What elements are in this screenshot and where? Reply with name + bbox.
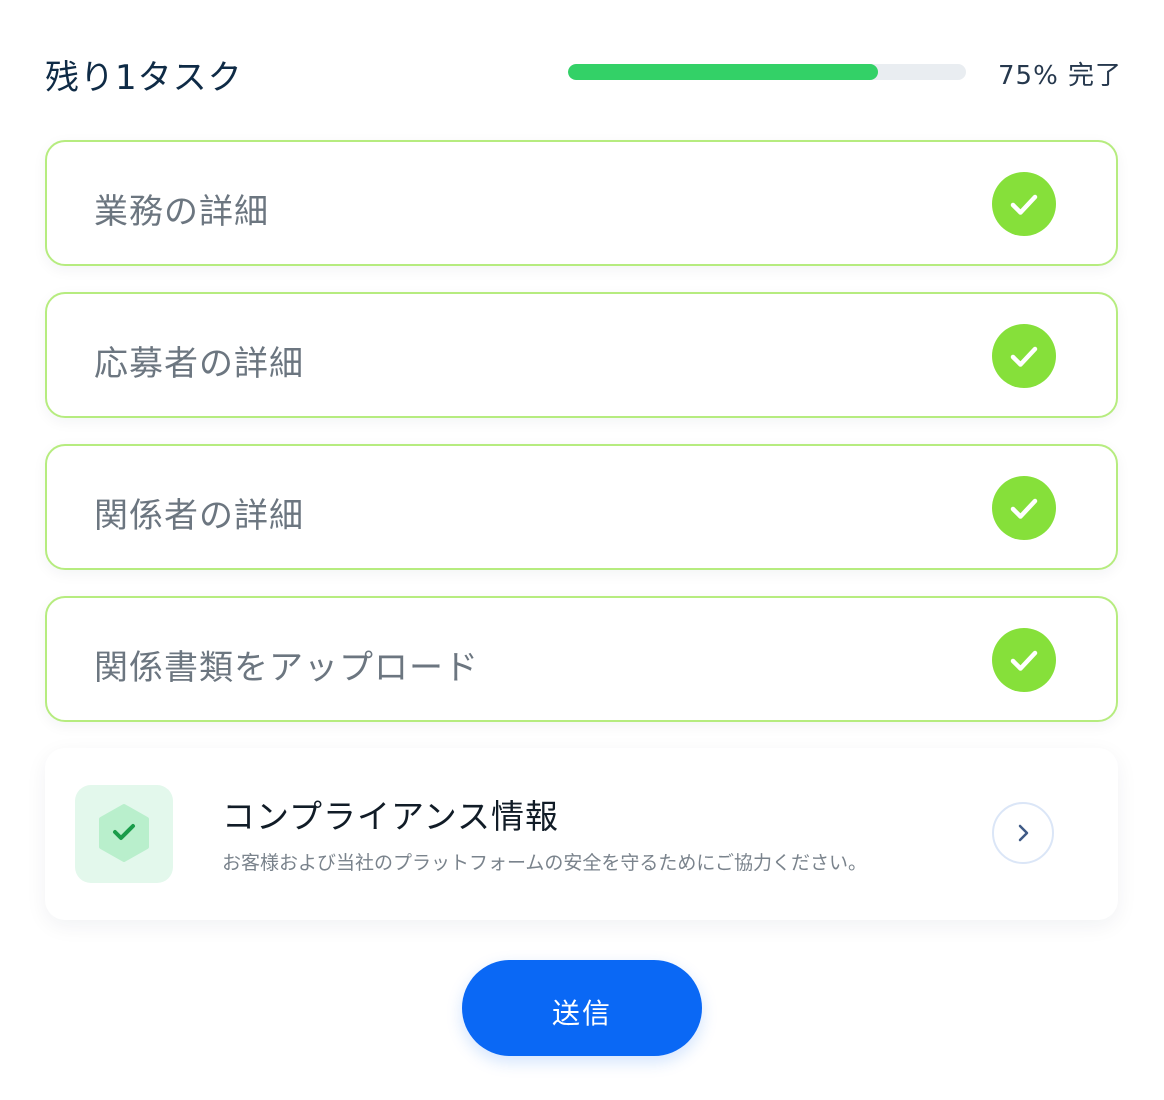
submit-button[interactable]: 送信 (462, 960, 702, 1056)
task-label: 関係者の詳細 (94, 496, 304, 536)
task-label: 関係書類をアップロード (94, 648, 479, 688)
compliance-title: コンプライアンス情報 (222, 797, 560, 836)
compliance-open-button[interactable] (992, 802, 1054, 864)
check-icon (992, 628, 1056, 692)
task-card-applicant-details[interactable]: 応募者の詳細 (45, 292, 1118, 418)
compliance-info-card[interactable]: コンプライアンス情報 お客様および当社のプラットフォームの安全を守るためにご協力… (45, 748, 1118, 920)
shield-check-icon (75, 785, 173, 883)
progress-bar (568, 64, 966, 80)
task-label: 応募者の詳細 (94, 344, 304, 384)
progress-percentage: 75% 完了 (998, 61, 1123, 91)
task-label: 業務の詳細 (94, 192, 269, 232)
check-icon (992, 324, 1056, 388)
task-card-business-details[interactable]: 業務の詳細 (45, 140, 1118, 266)
chevron-right-icon (1018, 824, 1029, 842)
progress-header: 残り1タスク 75% 完了 (0, 0, 1164, 140)
progress-bar-fill (568, 64, 879, 80)
task-card-upload-documents[interactable]: 関係書類をアップロード (45, 596, 1118, 722)
task-card-stakeholder-details[interactable]: 関係者の詳細 (45, 444, 1118, 570)
submit-button-label: 送信 (551, 998, 612, 1029)
compliance-description: お客様および当社のプラットフォームの安全を守るためにご協力ください。 (222, 852, 868, 874)
check-icon (992, 476, 1056, 540)
remaining-tasks-title: 残り1タスク (45, 58, 243, 98)
check-icon (992, 172, 1056, 236)
